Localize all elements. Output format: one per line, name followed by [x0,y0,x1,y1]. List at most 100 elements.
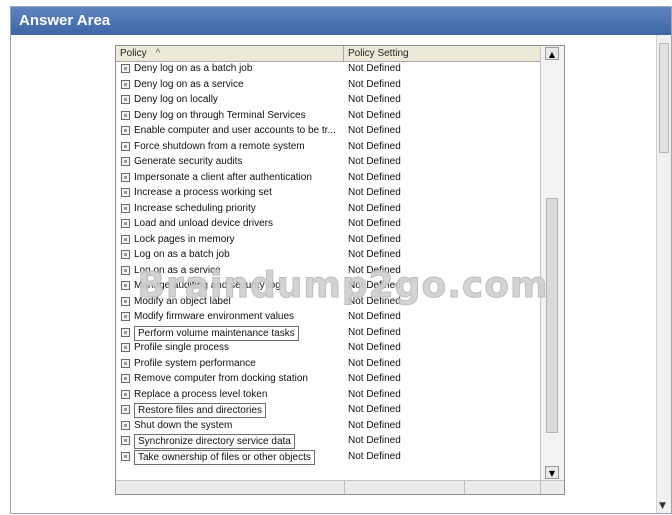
list-item[interactable]: Perform volume maintenance tasks Not Defi… [116,325,538,341]
list-item[interactable]: Increase scheduling priority Not Defined [116,201,538,217]
policy-name: Shut down the system [134,419,233,431]
policy-name: Enable computer and user accounts to be … [134,125,336,136]
hscroll-segment [464,481,541,494]
policy-name: Synchronize directory service data [134,434,295,449]
list-item[interactable]: Log on as a batch job Not Defined [116,247,538,263]
policy-name: Log on as a service [134,264,221,276]
policy-name: Force shutdown from a remote system [134,140,305,152]
sort-arrow-icon: ^ [155,48,161,59]
policy-icon [121,64,130,73]
policy-icon [121,79,130,89]
policy-name: Take ownership of files or other objects [134,449,315,465]
policy-icon [121,327,130,337]
scroll-down-icon[interactable]: ▼ [545,466,559,479]
policy-setting: Not Defined [348,264,401,276]
column-header-policy-setting[interactable]: Policy Setting [344,46,540,61]
hscroll-segment [116,481,345,494]
policy-setting: Not Defined [348,109,401,121]
policy-setting: Not Defined [348,125,401,136]
policy-icon [121,234,130,244]
policy-setting: Not Defined [348,357,401,369]
policy-setting: Not Defined [348,94,401,105]
policy-icon [121,188,130,197]
policy-icon [121,343,130,352]
list-item[interactable]: Take ownership of files or other objects… [116,449,538,465]
list-item[interactable]: Generate security audits Not Defined [116,154,538,170]
policy-name: Deny log on as a batch job [134,63,253,74]
policy-setting: Not Defined [348,187,401,198]
policy-setting: Not Defined [348,326,401,338]
answer-area-window: Answer Area Policy ^ Policy Setting Deny… [10,6,672,514]
policy-icon [121,250,130,259]
policy-icon [121,420,130,430]
list-item[interactable]: Modify an object label Not Defined [116,294,538,310]
policy-icon [121,172,130,182]
list-item[interactable]: Shut down the system Not Defined [116,418,538,434]
policy-name: Manage auditing and security log [134,280,281,291]
policy-setting: Not Defined [348,202,401,214]
list-item[interactable]: Deny log on through Terminal Services Not… [116,108,538,124]
list-item[interactable]: Manage auditing and security log Not Defi… [116,278,538,294]
list-item[interactable]: Enable computer and user accounts to be … [116,123,538,139]
scroll-up-icon[interactable]: ▲ [545,47,559,60]
column-policy-label: Policy [120,48,147,59]
policy-name: Restore files and directories [134,403,266,418]
list-item[interactable]: Deny log on locally Not Defined [116,92,538,108]
policy-setting: Not Defined [348,171,401,183]
policy-icon [121,141,130,151]
policy-icon [121,436,130,445]
list-item[interactable]: Profile system performance Not Defined [116,356,538,372]
list-item[interactable]: Lock pages in memory Not Defined [116,232,538,248]
list-item[interactable]: Impersonate a client after authenticatio… [116,170,538,186]
list-rows: Deny log on as a batch job Not Defined Den… [116,61,538,482]
policy-icon [121,405,130,414]
policy-icon [121,374,130,383]
window-scrollbar-thumb[interactable] [659,43,669,153]
list-item[interactable]: Modify firmware environment values Not De… [116,309,538,325]
policy-name: Impersonate a client after authenticatio… [134,171,312,183]
policy-setting: Not Defined [348,435,401,446]
window-scroll-down-icon[interactable]: ▼ [659,501,666,511]
policy-name: Remove computer from docking station [134,373,308,384]
list-item[interactable]: Deny log on as a service Not Defined [116,77,538,93]
policy-icon [121,110,130,120]
window-title: Answer Area [11,7,671,35]
list-item[interactable]: Force shutdown from a remote system Not D… [116,139,538,155]
policy-setting: Not Defined [348,311,401,322]
policy-setting: Not Defined [348,78,401,90]
scrollbar-thumb[interactable] [546,198,558,433]
list-item[interactable]: Remove computer from docking station Not … [116,371,538,387]
policy-setting: Not Defined [348,218,401,229]
policy-setting: Not Defined [348,404,401,415]
list-item[interactable]: Replace a process level token Not Defined [116,387,538,403]
window-vertical-scrollbar[interactable]: ▼ [656,35,671,513]
policy-icon [121,265,130,275]
policy-name: Log on as a batch job [134,249,230,260]
policy-setting: Not Defined [348,388,401,400]
list-item[interactable]: Load and unload device drivers Not Define… [116,216,538,232]
list-item[interactable]: Log on as a service Not Defined [116,263,538,279]
list-item[interactable]: Increase a process working set Not Define… [116,185,538,201]
list-item[interactable]: Restore files and directories Not Defined [116,402,538,418]
hscroll-segment [344,481,465,494]
policy-name: Lock pages in memory [134,233,235,245]
list-header: Policy ^ Policy Setting [116,46,564,62]
policy-icon [121,358,130,368]
list-item[interactable]: Synchronize directory service data Not De… [116,433,538,449]
list-item[interactable]: Profile single process Not Defined [116,340,538,356]
column-header-policy[interactable]: Policy ^ [116,46,344,61]
policy-icon [121,296,130,306]
policy-name: Increase a process working set [134,187,272,198]
list-vertical-scrollbar[interactable]: ▲ ▼ [540,46,564,480]
policy-icon [121,451,130,461]
policy-setting: Not Defined [348,63,401,74]
policy-name: Deny log on locally [134,94,218,105]
policy-setting: Not Defined [348,342,401,353]
policy-setting: Not Defined [348,140,401,152]
policy-name: Increase scheduling priority [134,202,256,214]
content-area: Policy ^ Policy Setting Deny log on as a… [11,35,656,513]
list-horizontal-scrollbar[interactable] [116,480,564,494]
list-item[interactable]: Deny log on as a batch job Not Defined [116,61,538,77]
policy-name: Deny log on as a service [134,78,244,90]
policy-list[interactable]: Policy ^ Policy Setting Deny log on as a… [115,45,565,495]
